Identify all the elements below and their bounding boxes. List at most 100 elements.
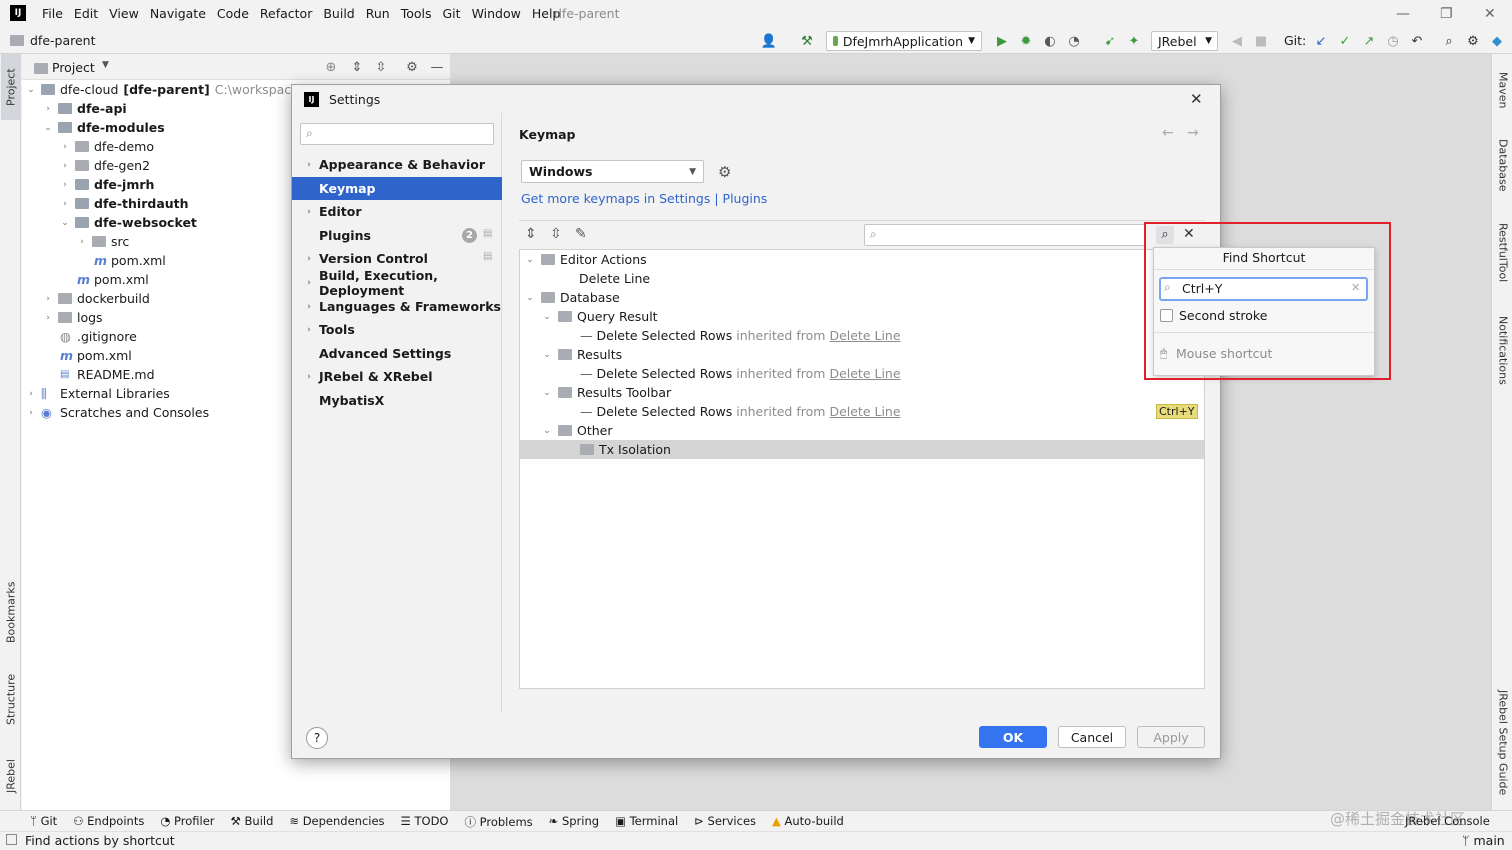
- git-branch-widget[interactable]: ᛘ main: [1462, 833, 1505, 848]
- close-window-icon[interactable]: ✕: [1484, 6, 1496, 22]
- tree-item[interactable]: › dfe-api: [43, 99, 127, 118]
- nav-keymap[interactable]: Keymap: [292, 177, 502, 200]
- tree-item[interactable]: › ◉ Scratches and Consoles: [26, 403, 209, 422]
- back-arrow-icon[interactable]: ←: [1162, 125, 1174, 141]
- tool-tab-jrebel[interactable]: JRebel: [1, 748, 21, 804]
- coverage-icon[interactable]: ◐: [1041, 32, 1059, 50]
- tree-row[interactable]: — Delete Selected Rows inherited from De…: [520, 364, 1204, 383]
- tool-tab-maven[interactable]: Maven: [1493, 62, 1512, 118]
- tool-tab-spring[interactable]: ❧ Spring: [549, 814, 599, 830]
- expand-all-icon[interactable]: ⇕: [348, 58, 366, 76]
- tree-row[interactable]: — Delete Selected Rows inherited from De…: [520, 326, 1204, 345]
- nav-build-execution[interactable]: › Build, Execution, Deployment: [292, 268, 502, 298]
- nav-mybatisx[interactable]: MybatisX: [292, 389, 502, 412]
- settings-gear-icon[interactable]: ⚙: [403, 58, 421, 76]
- build-hammer-icon[interactable]: ⚒: [798, 32, 816, 50]
- more-keymaps-link[interactable]: Get more keymaps in Settings | Plugins: [521, 191, 767, 206]
- tree-row[interactable]: ⌄ Results Toolbar: [520, 383, 1204, 402]
- tree-row[interactable]: ⌄ Other: [520, 421, 1204, 440]
- rollback-icon[interactable]: ↶: [1408, 32, 1426, 50]
- tree-item-root[interactable]: ⌄ dfe-cloud [dfe-parent] C:\workspace\df…: [26, 80, 323, 99]
- collapse-all-icon[interactable]: ⇳: [550, 226, 562, 242]
- menu-view[interactable]: View: [109, 6, 139, 21]
- tree-row[interactable]: ⌄ Editor Actions: [520, 250, 1204, 269]
- tree-item[interactable]: ▤ README.md: [60, 365, 155, 384]
- edit-shortcut-icon[interactable]: ✎: [575, 226, 587, 242]
- settings-gear-icon[interactable]: ⚙: [1464, 32, 1482, 50]
- ok-button[interactable]: OK: [979, 726, 1047, 748]
- locate-icon[interactable]: ⊕: [322, 58, 340, 76]
- menu-edit[interactable]: Edit: [74, 6, 98, 21]
- keymap-select[interactable]: Windows ▼: [521, 160, 704, 183]
- menu-tools[interactable]: Tools: [401, 6, 432, 21]
- nav-languages[interactable]: › Languages & Frameworks: [292, 295, 502, 318]
- tree-item[interactable]: › dfe-thirdauth: [60, 194, 188, 213]
- tree-item[interactable]: ◍ .gitignore: [60, 327, 137, 346]
- profile-icon[interactable]: ◔: [1065, 32, 1083, 50]
- tree-item[interactable]: › dfe-jmrh: [60, 175, 154, 194]
- tool-tab-auto-build[interactable]: ▲ Auto-build: [772, 814, 844, 830]
- tool-tab-restful[interactable]: RestfulTool: [1493, 214, 1512, 292]
- menu-refactor[interactable]: Refactor: [260, 6, 312, 21]
- tree-item[interactable]: › dfe-demo: [60, 137, 154, 156]
- back-icon[interactable]: ◀: [1228, 32, 1246, 50]
- git-update-icon[interactable]: ↙: [1312, 32, 1330, 50]
- menu-run[interactable]: Run: [366, 6, 390, 21]
- chevron-down-icon[interactable]: ▼: [102, 60, 109, 70]
- tree-row[interactable]: Delete Line: [520, 269, 1204, 288]
- history-icon[interactable]: ◷: [1384, 32, 1402, 50]
- close-icon[interactable]: ✕: [1190, 90, 1203, 108]
- tool-tab-terminal[interactable]: ▣ Terminal: [615, 814, 678, 830]
- tool-tab-dependencies[interactable]: ≋ Dependencies: [289, 814, 384, 830]
- tree-row-inherited-link[interactable]: Delete Line: [829, 366, 900, 381]
- tree-row[interactable]: ⌄ Results: [520, 345, 1204, 364]
- breadcrumb[interactable]: dfe-parent: [10, 33, 96, 48]
- tool-tab-bookmarks[interactable]: Bookmarks: [1, 574, 21, 650]
- hide-panel-icon[interactable]: —: [428, 58, 446, 76]
- tool-tab-services[interactable]: ⊳ Services: [694, 814, 756, 830]
- menu-git[interactable]: Git: [443, 6, 461, 21]
- menu-navigate[interactable]: Navigate: [150, 6, 206, 21]
- cancel-button[interactable]: Cancel: [1058, 726, 1126, 748]
- tool-tab-jrebel-guide[interactable]: JRebel Setup Guide: [1493, 684, 1512, 802]
- tool-tab-endpoints[interactable]: ⚇ Endpoints: [73, 814, 144, 830]
- menu-file[interactable]: File: [42, 6, 63, 21]
- minimize-icon[interactable]: —: [1396, 6, 1410, 22]
- tree-item[interactable]: › dockerbuild: [43, 289, 150, 308]
- stop-icon[interactable]: ■: [1252, 32, 1270, 50]
- tree-item[interactable]: m pom.xml: [60, 346, 132, 365]
- tool-tab-git[interactable]: ᛘ Git: [30, 814, 57, 830]
- tree-item[interactable]: ⌄ dfe-websocket: [60, 213, 197, 232]
- collapse-all-icon[interactable]: ⇳: [372, 58, 390, 76]
- nav-tools[interactable]: › Tools: [292, 318, 502, 341]
- tool-tab-project[interactable]: Project: [1, 54, 21, 120]
- search-icon[interactable]: ⌕: [1440, 32, 1458, 50]
- menu-window[interactable]: Window: [472, 6, 521, 21]
- tool-tab-profiler[interactable]: ◔ Profiler: [160, 814, 214, 830]
- tree-row[interactable]: — Delete Selected Rows inherited from De…: [520, 402, 1204, 421]
- tree-item[interactable]: › dfe-gen2: [60, 156, 150, 175]
- status-toggle-icon[interactable]: [6, 834, 17, 845]
- tree-row-inherited-link[interactable]: Delete Line: [829, 404, 900, 419]
- jrebel-run-icon[interactable]: ➹: [1101, 32, 1119, 50]
- git-push-icon[interactable]: ↗: [1360, 32, 1378, 50]
- breadcrumb-project[interactable]: dfe-parent: [30, 33, 96, 48]
- nav-advanced[interactable]: Advanced Settings: [292, 342, 502, 365]
- tree-row-selected[interactable]: Tx Isolation: [520, 440, 1204, 459]
- tree-row[interactable]: ⌄ Database: [520, 288, 1204, 307]
- apply-button[interactable]: Apply: [1137, 726, 1205, 748]
- user-icon[interactable]: 👤: [760, 32, 778, 50]
- plugin-icon[interactable]: ◆: [1488, 32, 1506, 50]
- menu-build[interactable]: Build: [323, 6, 354, 21]
- nav-editor[interactable]: › Editor: [292, 200, 502, 223]
- tool-tab-notifications[interactable]: Notifications: [1493, 306, 1512, 394]
- tool-tab-database[interactable]: Database: [1493, 130, 1512, 200]
- keymap-gear-icon[interactable]: ⚙: [718, 163, 731, 181]
- tree-row[interactable]: ⌄ Query Result: [520, 307, 1204, 326]
- nav-appearance[interactable]: › Appearance & Behavior: [292, 153, 502, 176]
- expand-all-icon[interactable]: ⇕: [525, 226, 537, 242]
- tool-tab-structure[interactable]: Structure: [1, 664, 21, 734]
- jrebel-select[interactable]: JRebel ▼: [1151, 31, 1218, 51]
- help-button[interactable]: ?: [306, 727, 328, 749]
- tree-item[interactable]: › ⫼ External Libraries: [26, 384, 170, 403]
